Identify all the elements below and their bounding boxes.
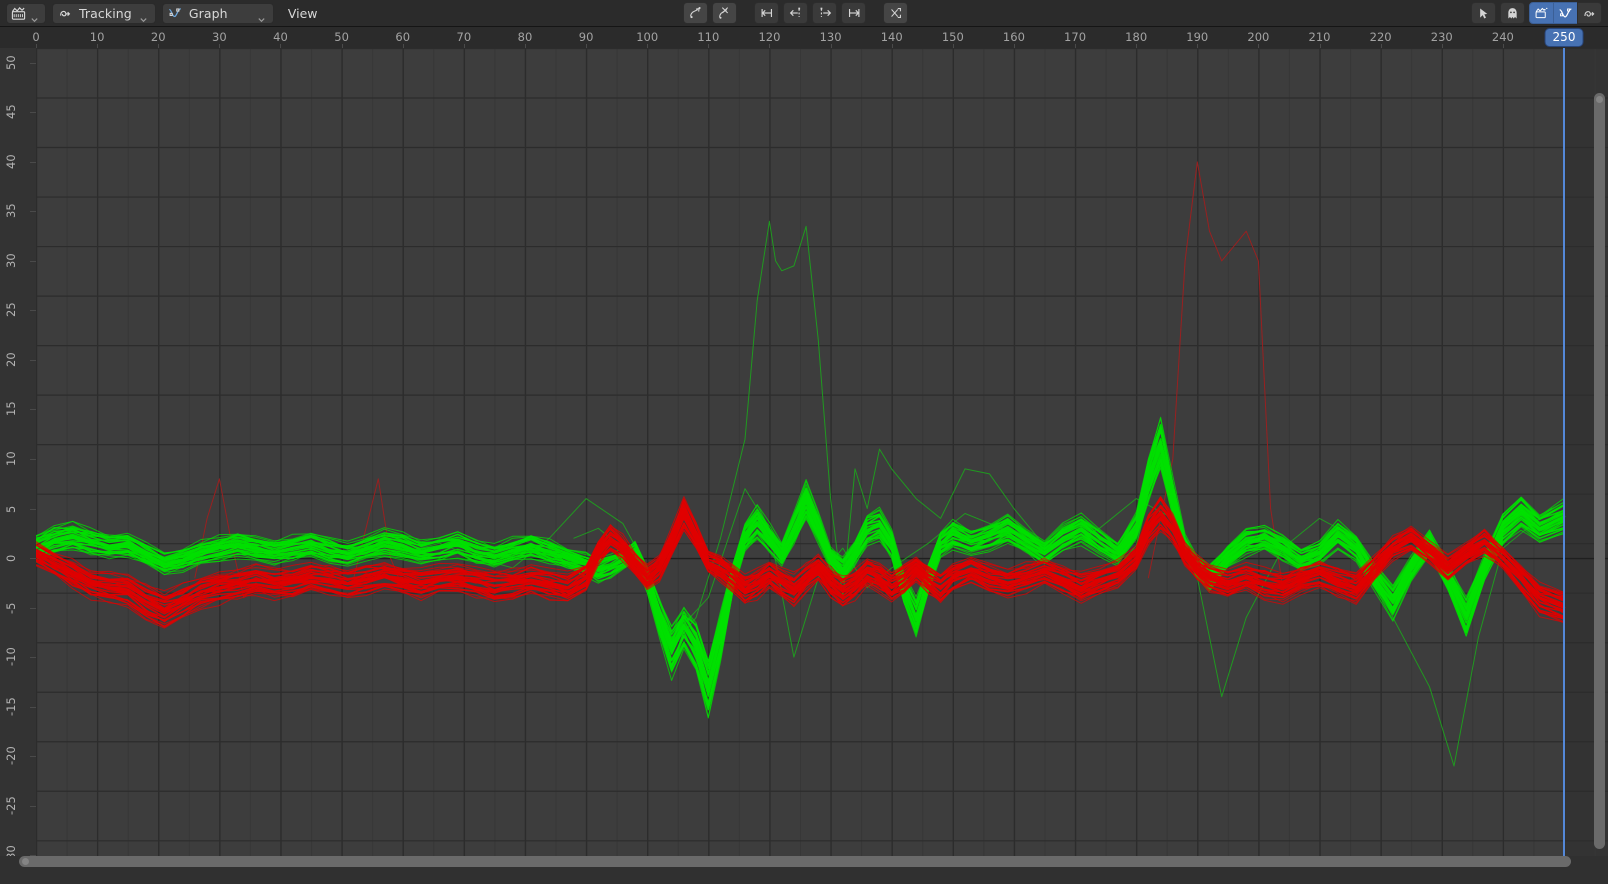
horizontal-scrollbar[interactable] xyxy=(19,856,1571,867)
ruler-tick-100: 100 xyxy=(636,30,658,44)
value-axis-tick--15: -15 xyxy=(0,693,22,721)
header-center-tools xyxy=(683,2,908,24)
ruler-tick-20: 20 xyxy=(151,30,166,44)
value-axis-tickmark xyxy=(30,657,36,658)
value-axis-tick-20: 20 xyxy=(0,346,22,374)
ruler-tick-110: 110 xyxy=(697,30,719,44)
value-axis-tickmark xyxy=(30,63,36,64)
value-axis-tickmark xyxy=(30,558,36,559)
value-axis-tickmark xyxy=(30,211,36,212)
view-mode-menu-label: Graph xyxy=(189,6,250,21)
value-axis-tickmark xyxy=(30,509,36,510)
prev-keyframe-button[interactable] xyxy=(783,2,808,24)
motion-curves[interactable] xyxy=(0,48,1608,870)
value-axis-tick--5: -5 xyxy=(0,594,22,622)
header-right-tools xyxy=(1471,2,1602,24)
ruler-tick-140: 140 xyxy=(881,30,903,44)
track-curve-0-12[interactable] xyxy=(36,447,1564,681)
value-axis-tickmark xyxy=(30,459,36,460)
graph-plot-area[interactable]: 50454035302520151050-5-10-15-20-25-30 xyxy=(0,48,1608,870)
vertical-scrollbar[interactable] xyxy=(1594,93,1605,849)
chevron-down-icon xyxy=(257,9,266,18)
ruler-tick-130: 130 xyxy=(820,30,842,44)
header-left-group: Tracking Graph View xyxy=(0,3,326,24)
track-curve-0-13[interactable] xyxy=(36,441,1564,688)
ruler-tick-60: 60 xyxy=(395,30,410,44)
chevron-down-icon xyxy=(30,9,39,18)
playhead-line[interactable] xyxy=(1563,48,1565,870)
value-axis-tick--10: -10 xyxy=(0,643,22,671)
ruler-tick-50: 50 xyxy=(334,30,349,44)
value-axis[interactable]: 50454035302520151050-5-10-15-20-25-30 xyxy=(0,48,36,870)
value-axis-tick-25: 25 xyxy=(0,296,22,324)
value-axis-tickmark xyxy=(30,806,36,807)
value-axis-tickmark xyxy=(30,112,36,113)
ruler-tick-220: 220 xyxy=(1370,30,1392,44)
next-keyframe-button[interactable] xyxy=(812,2,837,24)
jump-to-start-of-track-button[interactable] xyxy=(754,2,779,24)
tracking-mode-icon xyxy=(58,6,72,20)
movie-clip-editor-graph-window: Tracking Graph View xyxy=(0,0,1608,884)
ruler-tick-0: 0 xyxy=(32,30,39,44)
movie-clip-editor-icon xyxy=(11,6,26,21)
track-curve-0-9[interactable] xyxy=(36,448,1564,692)
value-axis-tickmark xyxy=(30,310,36,311)
ruler-tick-200: 200 xyxy=(1247,30,1269,44)
ruler-tick-240: 240 xyxy=(1492,30,1514,44)
jump-to-end-of-track-button[interactable] xyxy=(841,2,866,24)
value-axis-tick--20: -20 xyxy=(0,742,22,770)
ruler-tick-190: 190 xyxy=(1186,30,1208,44)
view-mode-menu-graph[interactable]: Graph xyxy=(162,3,274,24)
value-axis-tick-15: 15 xyxy=(0,395,22,423)
editor-type-selector[interactable] xyxy=(6,3,46,24)
value-axis-tick-35: 35 xyxy=(0,197,22,225)
graph-view-icon xyxy=(168,6,182,20)
frame-ruler[interactable]: 0 10 20 30 40 50 60 70 80 90 100 110 120 130 140 150 160… xyxy=(0,27,1608,49)
chevron-down-icon xyxy=(139,9,148,18)
display-toggle-group xyxy=(1529,2,1602,24)
value-axis-tickmark xyxy=(30,608,36,609)
ruler-tick-30: 30 xyxy=(212,30,227,44)
ruler-tick-210: 210 xyxy=(1309,30,1331,44)
value-axis-tickmark xyxy=(30,707,36,708)
mode-menu-label: Tracking xyxy=(79,6,132,21)
ruler-tick-90: 90 xyxy=(579,30,594,44)
value-axis-tickmark xyxy=(30,360,36,361)
current-frame-indicator[interactable]: 250 xyxy=(1546,29,1583,46)
ruler-tick-40: 40 xyxy=(273,30,288,44)
delete-track-button[interactable] xyxy=(712,2,737,24)
filter-tracks-button[interactable] xyxy=(883,2,908,24)
ruler-tick-70: 70 xyxy=(457,30,472,44)
value-axis-tickmark xyxy=(30,756,36,757)
value-axis-tick-40: 40 xyxy=(0,148,22,176)
ruler-tick-120: 120 xyxy=(758,30,780,44)
value-axis-tick-0: 0 xyxy=(0,544,22,572)
ruler-tick-10: 10 xyxy=(90,30,105,44)
value-axis-tickmark xyxy=(30,162,36,163)
value-axis-tick-30: 30 xyxy=(0,247,22,275)
value-axis-tick-10: 10 xyxy=(0,445,22,473)
ruler-tick-80: 80 xyxy=(518,30,533,44)
value-axis-tick--25: -25 xyxy=(0,792,22,820)
show-clip-button[interactable] xyxy=(1529,2,1554,24)
ruler-tick-180: 180 xyxy=(1125,30,1147,44)
ruler-tick-230: 230 xyxy=(1431,30,1453,44)
ruler-tick-160: 160 xyxy=(1003,30,1025,44)
menu-view[interactable]: View xyxy=(280,3,326,24)
show-tracks-motion-button[interactable] xyxy=(1577,2,1602,24)
ruler-tick-150: 150 xyxy=(942,30,964,44)
value-axis-tickmark xyxy=(30,261,36,262)
editor-header: Tracking Graph View xyxy=(0,0,1608,27)
track-curve-core-0[interactable] xyxy=(36,444,1564,687)
ruler-tick-170: 170 xyxy=(1064,30,1086,44)
proportional-edit-button[interactable] xyxy=(1500,2,1525,24)
value-axis-tickmark xyxy=(30,409,36,410)
clean-tracks-button[interactable] xyxy=(683,2,708,24)
mode-menu-tracking[interactable]: Tracking xyxy=(52,3,156,24)
show-graph-curves-button[interactable] xyxy=(1553,2,1578,24)
value-axis-tick-50: 50 xyxy=(0,49,22,77)
value-axis-tick-45: 45 xyxy=(0,98,22,126)
cursor-select-button[interactable] xyxy=(1471,2,1496,24)
value-axis-tick-5: 5 xyxy=(0,495,22,523)
